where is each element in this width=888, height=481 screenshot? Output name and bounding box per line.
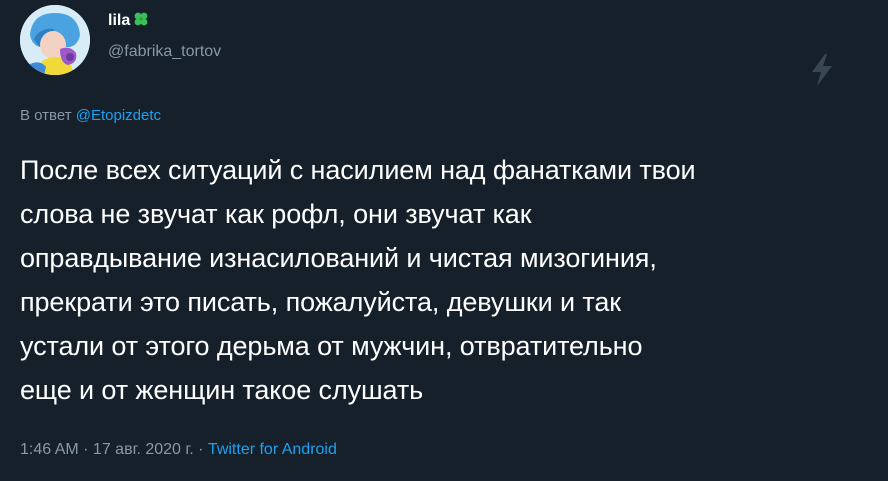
meta-separator: ·: [193, 441, 208, 458]
tweet-text-line: оправдывание изнасилований и чистая мизо…: [20, 243, 657, 273]
reply-context: В ответ @Etopizdetc: [20, 107, 161, 124]
tweet-text-line: еще и от женщин такое слушать: [20, 375, 424, 405]
tweet-meta: 1:46 AM · 17 авг. 2020 г. · Twitter for …: [20, 441, 337, 459]
tweet-text-line: прекрати это писать, пожалуйста, девушки…: [20, 287, 621, 317]
tweet-text-line: После всех ситуаций с насилием над фанат…: [20, 155, 696, 185]
clover-emoji-icon: [133, 11, 149, 30]
tweet-date[interactable]: 17 авг. 2020 г.: [93, 441, 194, 458]
username[interactable]: @fabrika_tortov: [108, 43, 221, 61]
tweet-time[interactable]: 1:46 AM: [20, 441, 79, 458]
clover-icon: [134, 12, 148, 26]
lightning-bolt-icon[interactable]: [806, 52, 838, 88]
tweet-text-line: устали от этого дерьма от мужчин, отврат…: [20, 331, 643, 361]
meta-separator: ·: [78, 441, 93, 458]
avatar[interactable]: [20, 5, 90, 75]
author-name-row[interactable]: lila: [108, 11, 149, 30]
reply-mention-link[interactable]: @Etopizdetc: [76, 107, 161, 124]
avatar-image: [20, 5, 90, 75]
tweet-text-line: слова не звучат как рофл, они звучат как: [20, 199, 532, 229]
reply-prefix: В ответ: [20, 107, 72, 124]
display-name[interactable]: lila: [108, 12, 130, 30]
tweet-source-link[interactable]: Twitter for Android: [208, 441, 337, 458]
tweet-text: После всех ситуаций с насилием над фанат…: [20, 148, 870, 412]
tweet-card: lila @fabrika_tortov В ответ @Etopizdetc…: [0, 0, 888, 481]
